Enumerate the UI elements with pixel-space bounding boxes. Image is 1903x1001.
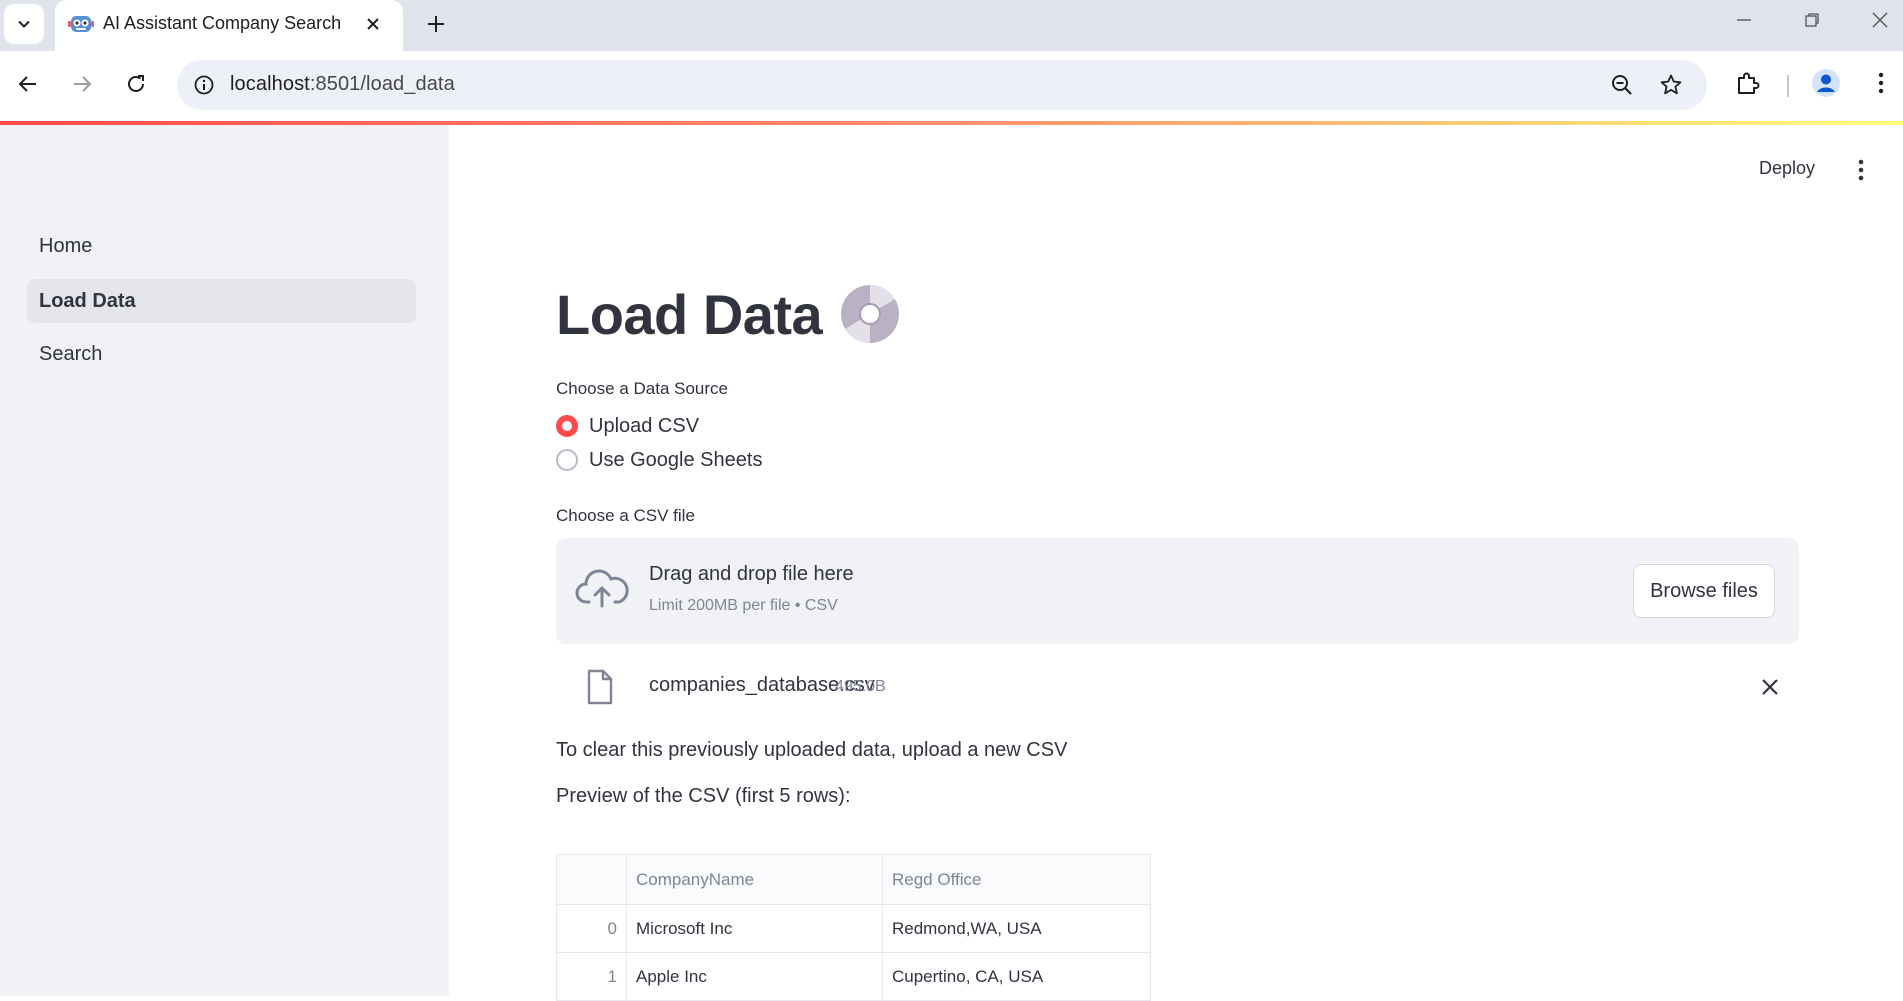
url-text[interactable]: localhost:8501/load_data (230, 73, 455, 96)
browser-tab-strip: AI Assistant Company Search (0, 0, 1903, 51)
row-index: 1 (556, 952, 627, 1001)
toolbar-divider (1787, 75, 1789, 97)
file-dropzone[interactable]: Drag and drop file here Limit 200MB per … (556, 538, 1799, 644)
restore-icon (1805, 13, 1819, 27)
data-preview-table[interactable]: CompanyName Regd Office 0 Microsoft Inc … (556, 854, 1151, 1001)
main-content: Deploy Load Data Choose a Data Source Up… (449, 125, 1903, 1001)
preview-label: Preview of the CSV (first 5 rows): (556, 785, 851, 807)
table-cell[interactable]: Apple Inc (626, 952, 883, 1001)
more-vertical-icon (1858, 159, 1864, 181)
arrow-right-icon (74, 76, 92, 92)
address-bar[interactable]: localhost:8501/load_data (177, 60, 1707, 110)
file-icon (587, 669, 613, 705)
remove-file-button[interactable] (1755, 672, 1785, 702)
browser-toolbar: localhost:8501/load_data (0, 51, 1903, 121)
uploaded-file: companies_database.csv 495.0B (556, 660, 1799, 712)
cloud-upload-icon (575, 569, 629, 608)
zoom-button[interactable] (1607, 70, 1637, 100)
table-cell[interactable]: Microsoft Inc (626, 904, 883, 953)
arrow-left-icon (18, 76, 36, 92)
radio-google-sheets[interactable]: Use Google Sheets (556, 446, 762, 474)
browser-tab[interactable]: AI Assistant Company Search (55, 0, 403, 51)
browser-menu-button[interactable] (1863, 65, 1899, 101)
back-button[interactable] (8, 64, 48, 104)
table-cell[interactable]: Redmond,WA, USA (882, 904, 1151, 953)
clear-data-note: To clear this previously uploaded data, … (556, 739, 1068, 761)
sidebar-item-label: Search (39, 343, 103, 365)
extensions-button[interactable] (1730, 65, 1766, 101)
puzzle-icon (1738, 72, 1760, 94)
sidebar: Home Load Data Search (0, 125, 449, 996)
sidebar-item-label: Load Data (39, 290, 136, 312)
disc-icon (841, 284, 899, 344)
close-icon (367, 18, 379, 30)
tab-close-button[interactable] (359, 10, 387, 38)
info-icon (194, 75, 214, 95)
sidebar-item-search[interactable]: Search (27, 332, 416, 376)
table-cell[interactable]: Cupertino, CA, USA (882, 952, 1151, 1001)
deploy-button[interactable]: Deploy (1759, 158, 1815, 179)
table-row: 1 Apple Inc Cupertino, CA, USA (556, 952, 1151, 1001)
close-icon (1762, 679, 1778, 695)
radio-button[interactable] (556, 449, 578, 471)
chevron-down-icon (18, 20, 30, 28)
radio-upload-csv[interactable]: Upload CSV (556, 412, 699, 440)
minimize-icon (1737, 19, 1751, 21)
sidebar-item-home[interactable]: Home (27, 224, 416, 268)
tab-search-button[interactable] (4, 4, 44, 44)
table-row: 0 Microsoft Inc Redmond,WA, USA (556, 904, 1151, 953)
restore-button[interactable] (1778, 0, 1846, 40)
more-vertical-icon (1878, 72, 1884, 94)
robot-favicon-icon (68, 16, 94, 32)
table-header-row: CompanyName Regd Office (556, 854, 1151, 905)
app-menu-button[interactable] (1849, 155, 1873, 185)
data-source-label: Choose a Data Source (556, 379, 728, 398)
browse-files-button[interactable]: Browse files (1633, 564, 1775, 618)
radio-button-selected[interactable] (556, 415, 578, 437)
index-header (556, 854, 627, 905)
radio-label: Upload CSV (589, 414, 700, 437)
url-path: :8501/load_data (309, 73, 455, 95)
radio-label: Use Google Sheets (589, 448, 763, 471)
new-tab-button[interactable] (418, 6, 454, 42)
dropzone-title: Drag and drop file here (649, 563, 854, 585)
url-host: localhost (230, 73, 310, 95)
avatar-icon (1812, 69, 1840, 97)
reload-button[interactable] (116, 64, 156, 104)
file-size: 495.0B (835, 678, 886, 695)
reload-icon (128, 75, 144, 92)
dropzone-limit: Limit 200MB per file • CSV (649, 597, 838, 614)
row-index: 0 (556, 904, 627, 953)
profile-button[interactable] (1808, 65, 1844, 101)
column-header[interactable]: CompanyName (626, 854, 883, 905)
bookmark-button[interactable] (1656, 70, 1686, 100)
sidebar-item-load-data[interactable]: Load Data (27, 279, 416, 323)
close-window-button[interactable] (1846, 0, 1903, 40)
sidebar-item-label: Home (39, 235, 93, 257)
column-header[interactable]: Regd Office (882, 854, 1151, 905)
tab-title: AI Assistant Company Search (103, 13, 342, 33)
zoom-out-icon (1612, 75, 1632, 95)
page-title: Load Data (556, 283, 823, 346)
site-info-button[interactable] (189, 70, 219, 100)
csv-file-label: Choose a CSV file (556, 506, 695, 525)
minimize-button[interactable] (1710, 0, 1778, 40)
close-icon (1872, 12, 1888, 28)
plus-icon (428, 16, 444, 32)
star-icon (1660, 74, 1682, 95)
forward-button[interactable] (62, 64, 102, 104)
